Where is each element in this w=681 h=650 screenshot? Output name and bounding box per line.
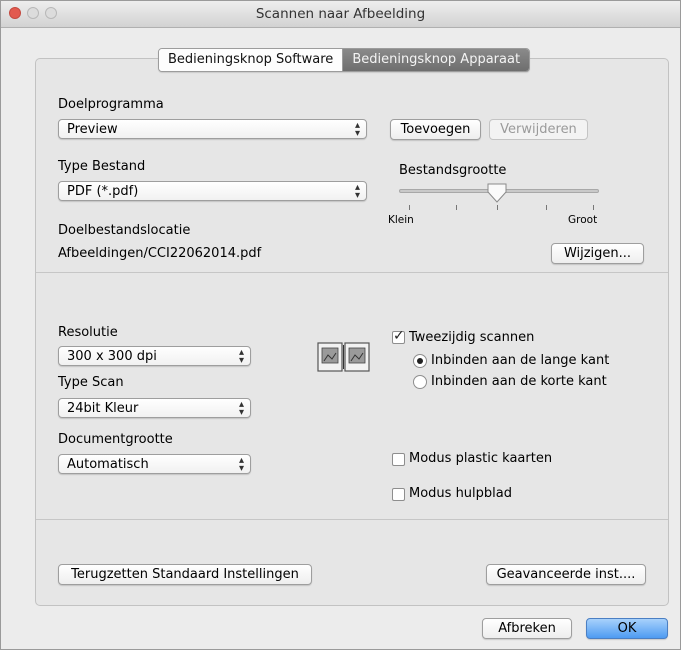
file-size-slider-thumb[interactable] bbox=[486, 183, 508, 203]
short-edge-radio[interactable] bbox=[413, 375, 427, 389]
checkmark-icon: ✓ bbox=[393, 328, 405, 344]
cancel-button[interactable]: Afbreken bbox=[482, 618, 572, 639]
target-app-popup[interactable]: Preview ▴ ▾ bbox=[58, 119, 367, 139]
popup-arrows-icon: ▴ ▾ bbox=[238, 455, 244, 474]
scan-type-value: 24bit Kleur bbox=[67, 401, 139, 416]
ok-button[interactable]: OK bbox=[586, 618, 668, 639]
add-button[interactable]: Toevoegen bbox=[390, 119, 481, 140]
slider-tick bbox=[593, 205, 594, 210]
slider-tick bbox=[497, 205, 498, 210]
carrier-sheet-label: Modus hulpblad bbox=[409, 486, 512, 501]
scan-type-label: Type Scan bbox=[58, 375, 124, 390]
file-type-popup[interactable]: PDF (*.pdf) ▴ ▾ bbox=[58, 181, 367, 201]
resolution-value: 300 x 300 dpi bbox=[67, 349, 157, 364]
window-title: Scannen naar Afbeelding bbox=[255, 6, 426, 22]
file-type-label: Type Bestand bbox=[58, 159, 146, 174]
popup-arrows-icon: ▴ ▾ bbox=[354, 120, 360, 139]
file-size-max-label: Groot bbox=[568, 214, 598, 226]
document-size-value: Automatisch bbox=[67, 457, 149, 472]
target-app-label: Doelprogramma bbox=[58, 97, 164, 112]
document-size-popup[interactable]: Automatisch ▴ ▾ bbox=[58, 454, 251, 474]
title-bar[interactable]: Scannen naar Afbeelding bbox=[1, 1, 680, 28]
slider-tick bbox=[409, 205, 410, 210]
advanced-settings-button[interactable]: Geavanceerde inst.... bbox=[486, 564, 646, 585]
carrier-sheet-checkbox[interactable] bbox=[392, 488, 405, 501]
tab-control: Bedieningsknop Software Bedieningsknop A… bbox=[158, 48, 531, 72]
change-button[interactable]: Wijzigen... bbox=[551, 243, 644, 264]
popup-arrows-icon: ▴ ▾ bbox=[238, 399, 244, 418]
remove-button[interactable]: Verwijderen bbox=[489, 119, 588, 140]
radio-selected-dot bbox=[417, 358, 423, 364]
resolution-popup[interactable]: 300 x 300 dpi ▴ ▾ bbox=[58, 346, 251, 366]
slider-tick bbox=[546, 205, 547, 210]
document-size-label: Documentgrootte bbox=[58, 432, 173, 447]
scan-type-popup[interactable]: 24bit Kleur ▴ ▾ bbox=[58, 398, 251, 418]
long-edge-label: Inbinden aan de lange kant bbox=[431, 353, 610, 368]
duplex-pages-icon bbox=[317, 342, 370, 372]
scan-dialog: Scannen naar Afbeelding Bedieningsknop S… bbox=[0, 0, 681, 650]
short-edge-label: Inbinden aan de korte kant bbox=[431, 374, 607, 389]
resolution-label: Resolutie bbox=[58, 325, 118, 340]
plastic-card-label: Modus plastic kaarten bbox=[409, 451, 553, 466]
file-size-label: Bestandsgrootte bbox=[399, 163, 507, 178]
destination-path: Afbeeldingen/CCI22062014.pdf bbox=[58, 246, 262, 261]
popup-arrows-icon: ▴ ▾ bbox=[354, 182, 360, 201]
tab-software-button[interactable]: Bedieningsknop Software bbox=[159, 49, 344, 71]
slider-tick bbox=[456, 205, 457, 210]
settings-group bbox=[35, 58, 669, 606]
long-edge-radio[interactable] bbox=[413, 354, 427, 368]
restore-defaults-button[interactable]: Terugzetten Standaard Instellingen bbox=[58, 564, 312, 585]
popup-arrows-icon: ▴ ▾ bbox=[238, 347, 244, 366]
section-divider bbox=[36, 519, 668, 520]
file-size-min-label: Klein bbox=[388, 214, 414, 226]
duplex-checkbox[interactable]: ✓ bbox=[392, 328, 405, 344]
destination-label: Doelbestandslocatie bbox=[58, 223, 191, 238]
file-type-value: PDF (*.pdf) bbox=[67, 184, 139, 199]
section-divider bbox=[36, 272, 668, 273]
target-app-value: Preview bbox=[67, 122, 118, 137]
tab-device-button[interactable]: Bedieningsknop Apparaat bbox=[343, 49, 530, 71]
plastic-card-checkbox[interactable] bbox=[392, 453, 405, 466]
duplex-label: Tweezijdig scannen bbox=[409, 330, 535, 345]
